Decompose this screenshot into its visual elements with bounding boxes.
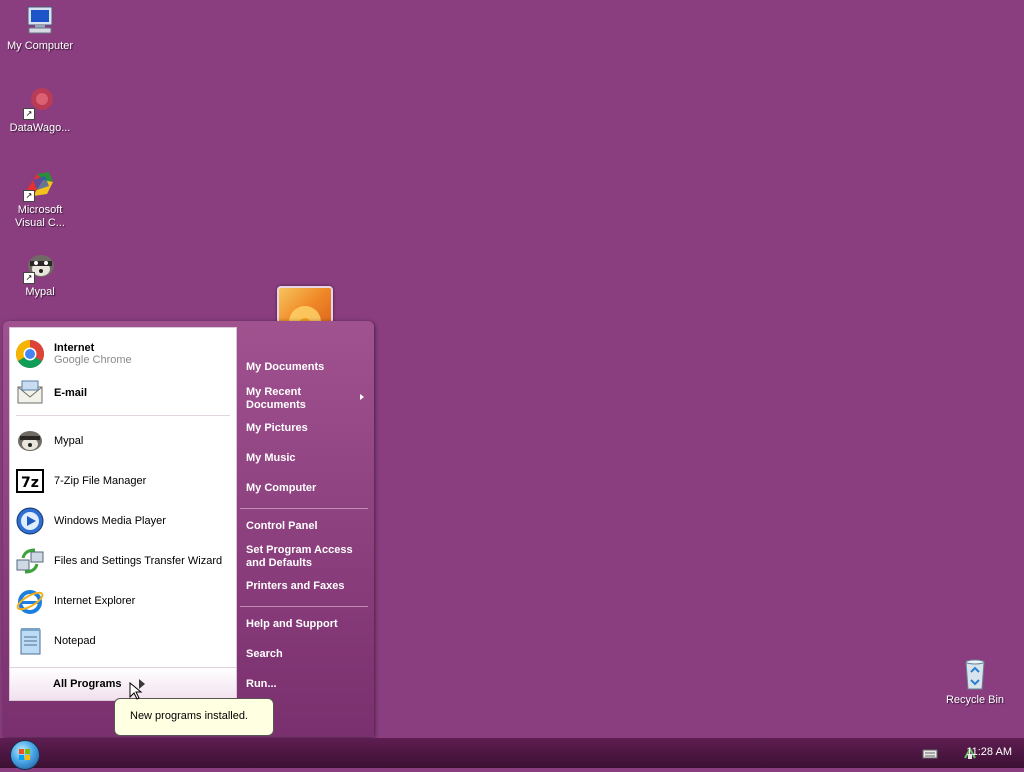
place-search[interactable]: Search [246,648,370,661]
keyboard-icon[interactable] [922,748,938,760]
places-separator [240,606,368,607]
recent-program-media-player[interactable]: Windows Media Player [14,504,234,538]
shortcut-arrow-icon: ↗ [23,272,35,284]
pinned-internet-title: Internet [54,342,95,354]
mouse-pointer-icon [129,682,143,700]
place-label: My Documents [246,361,325,373]
place-label: Run... [246,678,277,690]
taskbar: 11:28 AM [0,738,1024,770]
place-run[interactable]: Run... [246,678,370,691]
ie-icon [14,585,46,617]
place-my-computer[interactable]: My Computer [246,482,370,495]
pinned-internet-subtitle: Google Chrome [54,354,132,366]
place-label: Search [246,648,283,660]
mypal-icon [14,425,46,457]
recent-program-internet-explorer[interactable]: Internet Explorer [14,584,234,618]
mypal-icon: ↗ [23,250,57,284]
taskbar-clock[interactable]: 11:28 AM [966,746,1012,758]
place-label: My Music [246,452,296,464]
places-separator [240,508,368,509]
recent-program-mypal[interactable]: Mypal [14,424,234,458]
desktop-icon-datawago[interactable]: ↗ DataWago... [0,86,80,135]
recent-program-label: Notepad [54,635,96,647]
desktop-icon-label: Mypal [25,286,55,298]
media-player-icon [14,505,46,537]
desktop-icon-my-computer[interactable]: My Computer [0,4,80,53]
visual-studio-icon: ↗ [23,168,57,202]
recent-program-label: 7-Zip File Manager [54,475,147,487]
start-button[interactable] [10,740,40,770]
pinned-internet[interactable]: Internet Google Chrome [14,337,234,371]
desktop-icon-recycle-bin[interactable]: Recycle Bin [935,658,1015,707]
desktop-icon-label: Microsoft Visual C... [15,204,65,229]
desktop-icon-label: DataWago... [9,122,71,134]
email-icon [14,377,46,409]
notepad-icon [14,625,46,657]
recent-program-notepad[interactable]: Notepad [14,624,234,658]
place-label: Help and Support [246,618,338,630]
start-menu-places-pane: My Documents My Recent Documents My Pict… [236,327,372,737]
desktop-icon-label: My Computer [6,40,74,52]
place-control-panel[interactable]: Control Panel [246,520,370,533]
system-tray: 11:28 AM [894,738,1024,768]
place-label: Printers and Faxes [246,580,345,592]
recent-program-label: Files and Settings Transfer Wizard [54,555,223,567]
all-programs-button[interactable]: All Programs [10,667,236,700]
transfer-wizard-icon [14,545,46,577]
balloon-text: New programs installed. [130,710,248,722]
place-label: Set Program Access and Defaults [246,544,353,569]
desktop-icon-label: Recycle Bin [945,694,1005,706]
computer-icon [23,4,57,38]
recent-program-label: Windows Media Player [54,515,166,527]
place-my-recent-documents[interactable]: My Recent Documents [246,386,326,412]
datawago-icon: ↗ [23,86,57,120]
7zip-icon: 7z [14,465,46,497]
place-my-documents[interactable]: My Documents [246,361,370,374]
all-programs-label: All Programs [53,678,122,690]
chevron-right-icon [360,394,364,400]
windows-logo-icon [19,749,30,760]
chrome-icon [14,338,46,370]
place-help-support[interactable]: Help and Support [246,618,370,631]
place-label: My Recent Documents [246,386,306,411]
place-label: My Pictures [246,422,308,434]
start-menu-programs-pane: Internet Google Chrome E-mail Mypal 7z 7… [9,327,237,701]
pinned-email-title: E-mail [54,387,88,399]
desktop-icon-visual-c[interactable]: ↗ Microsoft Visual C... [0,168,80,230]
start-menu: Internet Google Chrome E-mail Mypal 7z 7… [3,321,374,737]
recycle-bin-icon [958,658,992,692]
place-my-music[interactable]: My Music [246,452,370,465]
svg-text:7z: 7z [21,475,39,491]
new-programs-balloon[interactable]: New programs installed. [114,698,274,736]
place-label: Control Panel [246,520,318,532]
pinned-separator [16,415,230,416]
place-my-pictures[interactable]: My Pictures [246,422,370,435]
recent-program-7zip[interactable]: 7z 7-Zip File Manager [14,464,234,498]
recent-program-label: Mypal [54,435,84,447]
place-set-program-access[interactable]: Set Program Access and Defaults [246,544,356,570]
place-label: My Computer [246,482,317,494]
pinned-email[interactable]: E-mail [14,376,234,410]
recent-program-transfer-wizard[interactable]: Files and Settings Transfer Wizard [14,544,234,578]
shortcut-arrow-icon: ↗ [23,190,35,202]
desktop-icon-mypal[interactable]: ↗ Mypal [0,250,80,299]
recent-program-label: Internet Explorer [54,595,136,607]
shortcut-arrow-icon: ↗ [23,108,35,120]
place-printers-faxes[interactable]: Printers and Faxes [246,580,370,593]
